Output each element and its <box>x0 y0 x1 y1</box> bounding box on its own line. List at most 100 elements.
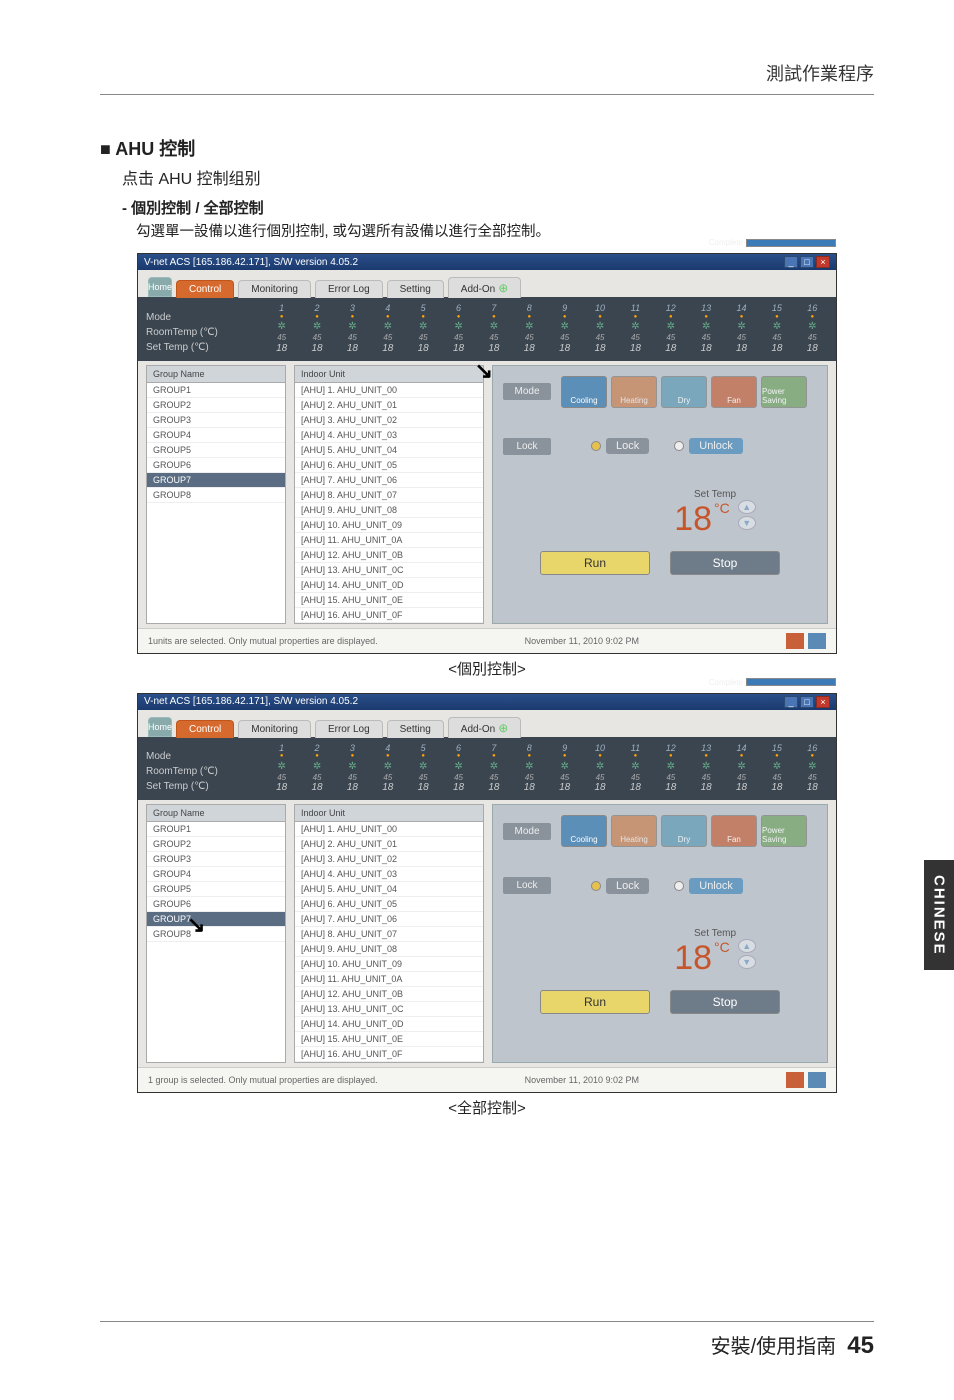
group-item[interactable]: GROUP1 <box>147 383 285 398</box>
group-item[interactable]: GROUP2 <box>147 837 285 852</box>
unit-item[interactable]: [AHU] 9. AHU_UNIT_08 <box>295 503 483 518</box>
group-item[interactable]: GROUP4 <box>147 428 285 443</box>
unit-item[interactable]: [AHU] 12. AHU_UNIT_0B <box>295 987 483 1002</box>
unit-slot: 1●✲4518 <box>266 743 297 795</box>
unlock-radio[interactable] <box>674 881 684 891</box>
temp-up-button[interactable]: ▲ <box>738 939 756 953</box>
tab-errorlog[interactable]: Error Log <box>315 720 383 738</box>
unit-item[interactable]: [AHU] 7. AHU_UNIT_06 <box>295 473 483 488</box>
unit-item[interactable]: [AHU] 1. AHU_UNIT_00 <box>295 822 483 837</box>
unit-item[interactable]: [AHU] 11. AHU_UNIT_0A <box>295 533 483 548</box>
unit-item[interactable]: [AHU] 8. AHU_UNIT_07 <box>295 488 483 503</box>
unit-item[interactable]: [AHU] 15. AHU_UNIT_0E <box>295 593 483 608</box>
run-button[interactable]: Run <box>540 990 650 1014</box>
unit-item[interactable]: [AHU] 8. AHU_UNIT_07 <box>295 927 483 942</box>
unit-item[interactable]: [AHU] 4. AHU_UNIT_03 <box>295 428 483 443</box>
footer-icon-1[interactable] <box>786 633 804 649</box>
group-item[interactable]: GROUP4 <box>147 867 285 882</box>
unit-item[interactable]: [AHU] 11. AHU_UNIT_0A <box>295 972 483 987</box>
unit-item[interactable]: [AHU] 6. AHU_UNIT_05 <box>295 458 483 473</box>
close-icon[interactable]: × <box>816 696 830 708</box>
group-item[interactable]: GROUP3 <box>147 852 285 867</box>
group-item[interactable]: GROUP6 <box>147 458 285 473</box>
unit-item[interactable]: [AHU] 14. AHU_UNIT_0D <box>295 578 483 593</box>
mode-powersaving-button[interactable]: Power Saving <box>761 815 807 847</box>
unit-item[interactable]: [AHU] 5. AHU_UNIT_04 <box>295 443 483 458</box>
temp-down-button[interactable]: ▼ <box>738 955 756 969</box>
unit-item[interactable]: [AHU] 16. AHU_UNIT_0F <box>295 608 483 623</box>
unit-item[interactable]: [AHU] 6. AHU_UNIT_05 <box>295 897 483 912</box>
minimize-icon[interactable]: _ <box>784 696 798 708</box>
footer-icon-2[interactable] <box>808 1072 826 1088</box>
lock-radio[interactable] <box>591 441 601 451</box>
lock-option[interactable]: Lock <box>606 878 649 894</box>
tab-home[interactable]: Home <box>148 277 172 297</box>
temp-down-button[interactable]: ▼ <box>738 516 756 530</box>
mode-heating-button[interactable]: Heating <box>611 815 657 847</box>
tab-setting[interactable]: Setting <box>387 280 444 298</box>
tab-setting[interactable]: Setting <box>387 720 444 738</box>
mode-powersaving-button[interactable]: Power Saving <box>761 376 807 408</box>
tab-monitoring[interactable]: Monitoring <box>238 720 311 738</box>
unit-item[interactable]: [AHU] 3. AHU_UNIT_02 <box>295 413 483 428</box>
tab-errorlog[interactable]: Error Log <box>315 280 383 298</box>
temp-up-button[interactable]: ▲ <box>738 500 756 514</box>
unit-item[interactable]: [AHU] 4. AHU_UNIT_03 <box>295 867 483 882</box>
mode-fan-button[interactable]: Fan <box>711 815 757 847</box>
unit-item[interactable]: [AHU] 2. AHU_UNIT_01 <box>295 837 483 852</box>
unit-item[interactable]: [AHU] 9. AHU_UNIT_08 <box>295 942 483 957</box>
group-item[interactable]: GROUP6 <box>147 897 285 912</box>
unit-item[interactable]: [AHU] 7. AHU_UNIT_06 <box>295 912 483 927</box>
plus-icon: ⊕ <box>498 281 508 295</box>
stop-button[interactable]: Stop <box>670 990 780 1014</box>
maximize-icon[interactable]: □ <box>800 256 814 268</box>
unlock-option[interactable]: Unlock <box>689 878 743 894</box>
mode-heating-button[interactable]: Heating <box>611 376 657 408</box>
group-item[interactable]: GROUP8 <box>147 488 285 503</box>
unlock-radio[interactable] <box>674 441 684 451</box>
unit-item[interactable]: [AHU] 3. AHU_UNIT_02 <box>295 852 483 867</box>
unit-item[interactable]: [AHU] 2. AHU_UNIT_01 <box>295 398 483 413</box>
stop-button[interactable]: Stop <box>670 551 780 575</box>
unit-item[interactable]: [AHU] 15. AHU_UNIT_0E <box>295 1032 483 1047</box>
mode-dry-button[interactable]: Dry <box>661 376 707 408</box>
unit-item[interactable]: [AHU] 14. AHU_UNIT_0D <box>295 1017 483 1032</box>
lock-radio[interactable] <box>591 881 601 891</box>
tab-home[interactable]: Home <box>148 717 172 737</box>
unlock-option[interactable]: Unlock <box>689 438 743 454</box>
marker: ■ <box>100 139 111 159</box>
unit-slot: 2●✲4518 <box>301 743 332 795</box>
side-tab-chinese: CHINESE <box>924 860 954 970</box>
tab-control[interactable]: Control <box>176 720 234 738</box>
unit-item[interactable]: [AHU] 1. AHU_UNIT_00 <box>295 383 483 398</box>
lock-option[interactable]: Lock <box>606 438 649 454</box>
unit-item[interactable]: [AHU] 10. AHU_UNIT_09 <box>295 957 483 972</box>
footer-icon-1[interactable] <box>786 1072 804 1088</box>
mode-cooling-button[interactable]: Cooling <box>561 815 607 847</box>
unit-item[interactable]: [AHU] 5. AHU_UNIT_04 <box>295 882 483 897</box>
mode-fan-button[interactable]: Fan <box>711 376 757 408</box>
tab-control[interactable]: Control <box>176 280 234 298</box>
group-item[interactable]: GROUP5 <box>147 443 285 458</box>
group-item[interactable]: GROUP5 <box>147 882 285 897</box>
unit-item[interactable]: [AHU] 10. AHU_UNIT_09 <box>295 518 483 533</box>
group-item[interactable]: GROUP7 <box>147 473 285 488</box>
unit-item[interactable]: [AHU] 16. AHU_UNIT_0F <box>295 1047 483 1062</box>
minimize-icon[interactable]: _ <box>784 256 798 268</box>
group-item[interactable]: GROUP3 <box>147 413 285 428</box>
mode-cooling-button[interactable]: Cooling <box>561 376 607 408</box>
tab-addon[interactable]: Add-On⊕ <box>448 717 522 738</box>
run-button[interactable]: Run <box>540 551 650 575</box>
page-footer: 安裝/使用指南 45 <box>100 1321 874 1360</box>
group-item[interactable]: GROUP1 <box>147 822 285 837</box>
mode-dry-button[interactable]: Dry <box>661 815 707 847</box>
close-icon[interactable]: × <box>816 256 830 268</box>
group-item[interactable]: GROUP2 <box>147 398 285 413</box>
tab-addon[interactable]: Add-On⊕ <box>448 277 522 298</box>
maximize-icon[interactable]: □ <box>800 696 814 708</box>
unit-item[interactable]: [AHU] 13. AHU_UNIT_0C <box>295 1002 483 1017</box>
unit-item[interactable]: [AHU] 13. AHU_UNIT_0C <box>295 563 483 578</box>
tab-monitoring[interactable]: Monitoring <box>238 280 311 298</box>
unit-item[interactable]: [AHU] 12. AHU_UNIT_0B <box>295 548 483 563</box>
footer-icon-2[interactable] <box>808 633 826 649</box>
